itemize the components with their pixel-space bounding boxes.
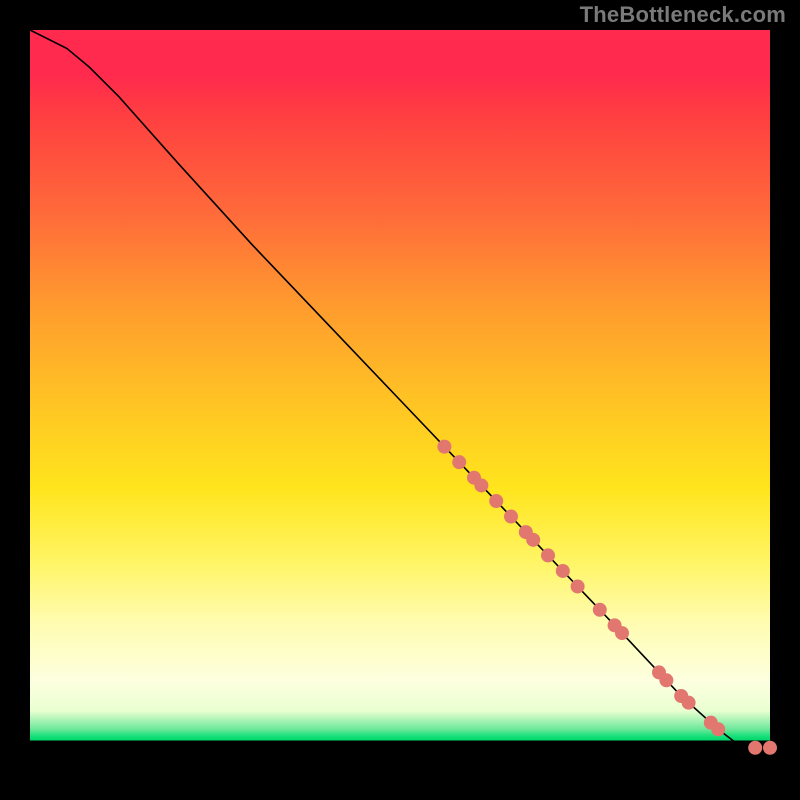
data-point-0 [437, 440, 451, 454]
data-point-10 [571, 579, 585, 593]
data-point-21 [763, 741, 777, 755]
data-point-7 [526, 533, 540, 547]
data-point-9 [556, 564, 570, 578]
data-point-13 [615, 626, 629, 640]
bottleneck-curve [30, 30, 770, 748]
data-points-group [437, 440, 777, 755]
data-point-5 [504, 510, 518, 524]
data-point-20 [748, 741, 762, 755]
chart-frame: TheBottleneck.com [0, 0, 800, 800]
data-point-11 [593, 603, 607, 617]
watermark-text: TheBottleneck.com [580, 2, 786, 28]
data-point-4 [489, 494, 503, 508]
data-point-15 [659, 673, 673, 687]
data-point-3 [474, 478, 488, 492]
data-point-1 [452, 455, 466, 469]
data-point-8 [541, 548, 555, 562]
data-point-17 [682, 696, 696, 710]
data-point-19 [711, 722, 725, 736]
chart-overlay-svg [30, 30, 770, 770]
